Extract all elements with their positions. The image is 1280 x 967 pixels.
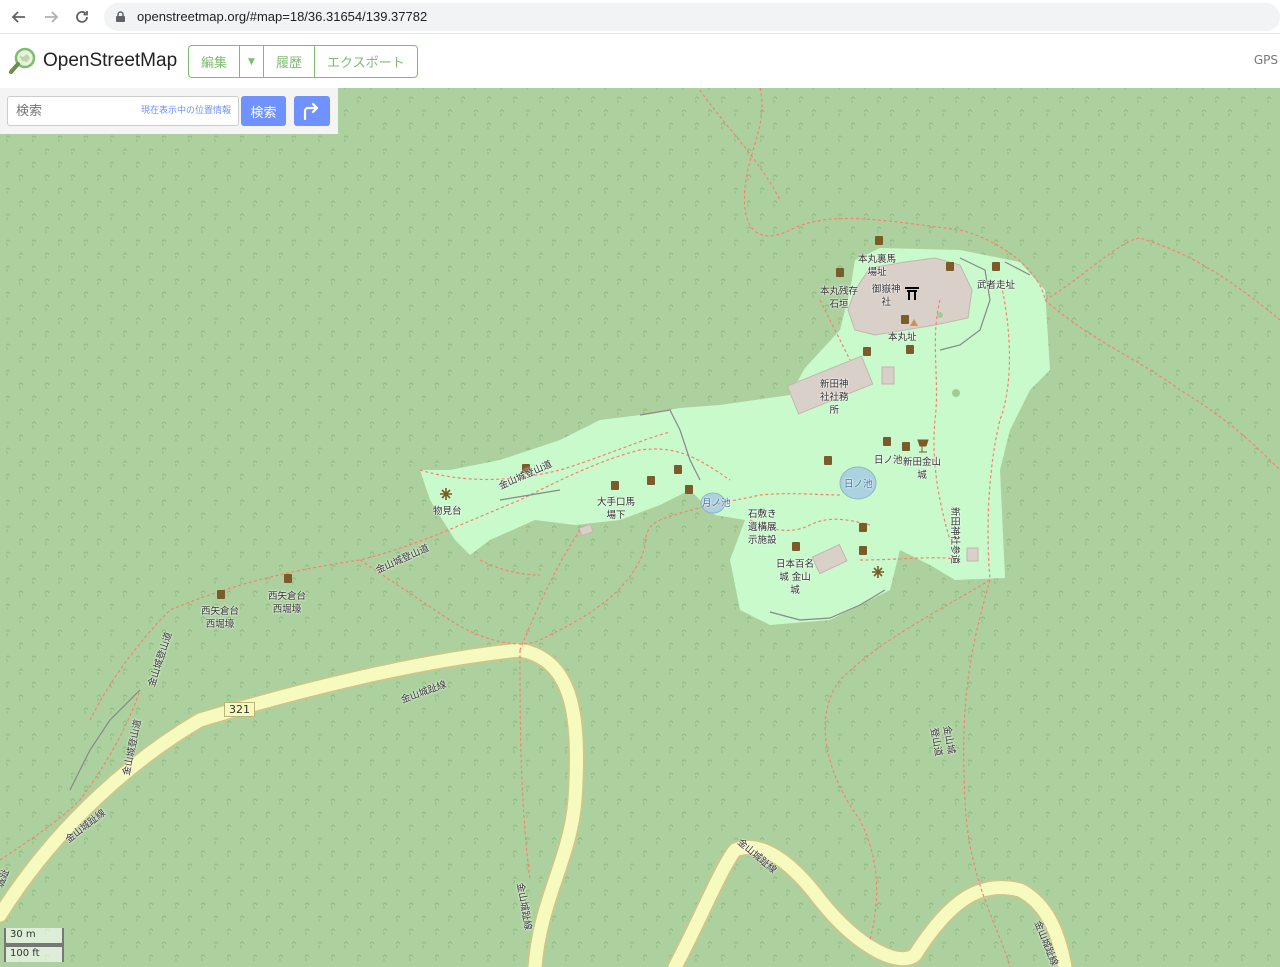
road-ref-shield[interactable]: 321: [224, 702, 255, 717]
label-otemon[interactable]: 大手口馬 場下: [597, 496, 635, 522]
label-sando[interactable]: 新田神社参道: [948, 507, 961, 564]
label-monomidai[interactable]: 物見台: [433, 505, 462, 518]
label-hinoike[interactable]: 日ノ池: [874, 454, 903, 467]
gps-traces-link[interactable]: GPS: [1254, 53, 1278, 67]
label-ishijiki[interactable]: 石敷き 遺構展 示施設: [748, 508, 777, 547]
label-musha-bashiri[interactable]: 武者走址: [977, 279, 1015, 292]
reload-icon[interactable]: [71, 6, 93, 28]
label-tsukinoike[interactable]: 月ノ池: [702, 497, 731, 510]
address-bar[interactable]: openstreetmap.org/#map=18/36.31654/139.3…: [104, 3, 1280, 31]
label-honmaru-zanson[interactable]: 本丸残存 石垣: [820, 285, 858, 311]
label-nishiyaguradai[interactable]: 西矢倉台 西堀壕: [268, 590, 306, 616]
label-nitta-kanayama[interactable]: 新田金山城: [903, 456, 941, 482]
label-nishiyagura[interactable]: 西矢倉台 西堀壕: [201, 605, 239, 631]
label-hinoike-pond[interactable]: 日ノ池: [844, 478, 873, 491]
directions-button[interactable]: [294, 96, 330, 126]
browser-toolbar: openstreetmap.org/#map=18/36.31654/139.3…: [0, 0, 1280, 34]
osm-logo-icon[interactable]: [9, 47, 37, 75]
logo-text[interactable]: OpenStreetMap: [43, 50, 177, 72]
label-right-trail[interactable]: 金山城 登山道: [927, 725, 958, 758]
search-panel: 現在表示中の位置情報 検索: [0, 88, 338, 134]
label-honmaru-urababa[interactable]: 本丸裏馬 場址: [858, 253, 896, 279]
export-button[interactable]: エクスポート: [315, 46, 417, 77]
url-text: openstreetmap.org/#map=18/36.31654/139.3…: [137, 9, 428, 24]
where-am-i-link[interactable]: 現在表示中の位置情報: [141, 103, 231, 116]
label-gokei-jinja[interactable]: 御嶽神社: [872, 283, 901, 309]
forward-arrow-icon[interactable]: [40, 6, 62, 28]
label-honmaru-ato[interactable]: 本丸址: [888, 331, 917, 344]
edit-dropdown-caret-icon[interactable]: ▼: [240, 46, 264, 77]
back-arrow-icon[interactable]: [8, 6, 30, 28]
scale-imperial: 100 ft: [4, 945, 64, 962]
directions-icon: [303, 102, 319, 120]
scale-metric: 30 m: [4, 928, 64, 945]
history-button[interactable]: 履歴: [264, 46, 315, 77]
map-canvas[interactable]: 本丸裏馬 場址 本丸残存 石垣 御嶽神社 武者走址 本丸址 新田神 社社務所 日ノ池 …: [0, 88, 1280, 967]
map-scale: 30 m 100 ft: [4, 928, 64, 962]
lock-icon: [116, 11, 125, 22]
search-button[interactable]: 検索: [241, 96, 286, 126]
label-nitta-shamusho[interactable]: 新田神 社社務所: [820, 378, 849, 417]
site-header: OpenStreetMap 編集 ▼ 履歴 エクスポート GPS: [0, 35, 1280, 88]
edit-button[interactable]: 編集: [189, 46, 241, 77]
header-button-group: 編集 ▼ 履歴 エクスポート: [188, 45, 418, 78]
building-small-1: [881, 366, 895, 385]
label-nihon100[interactable]: 日本百名城 金山城: [776, 558, 814, 597]
map-base-layer: [0, 88, 1280, 967]
building-small-2: [966, 547, 979, 562]
